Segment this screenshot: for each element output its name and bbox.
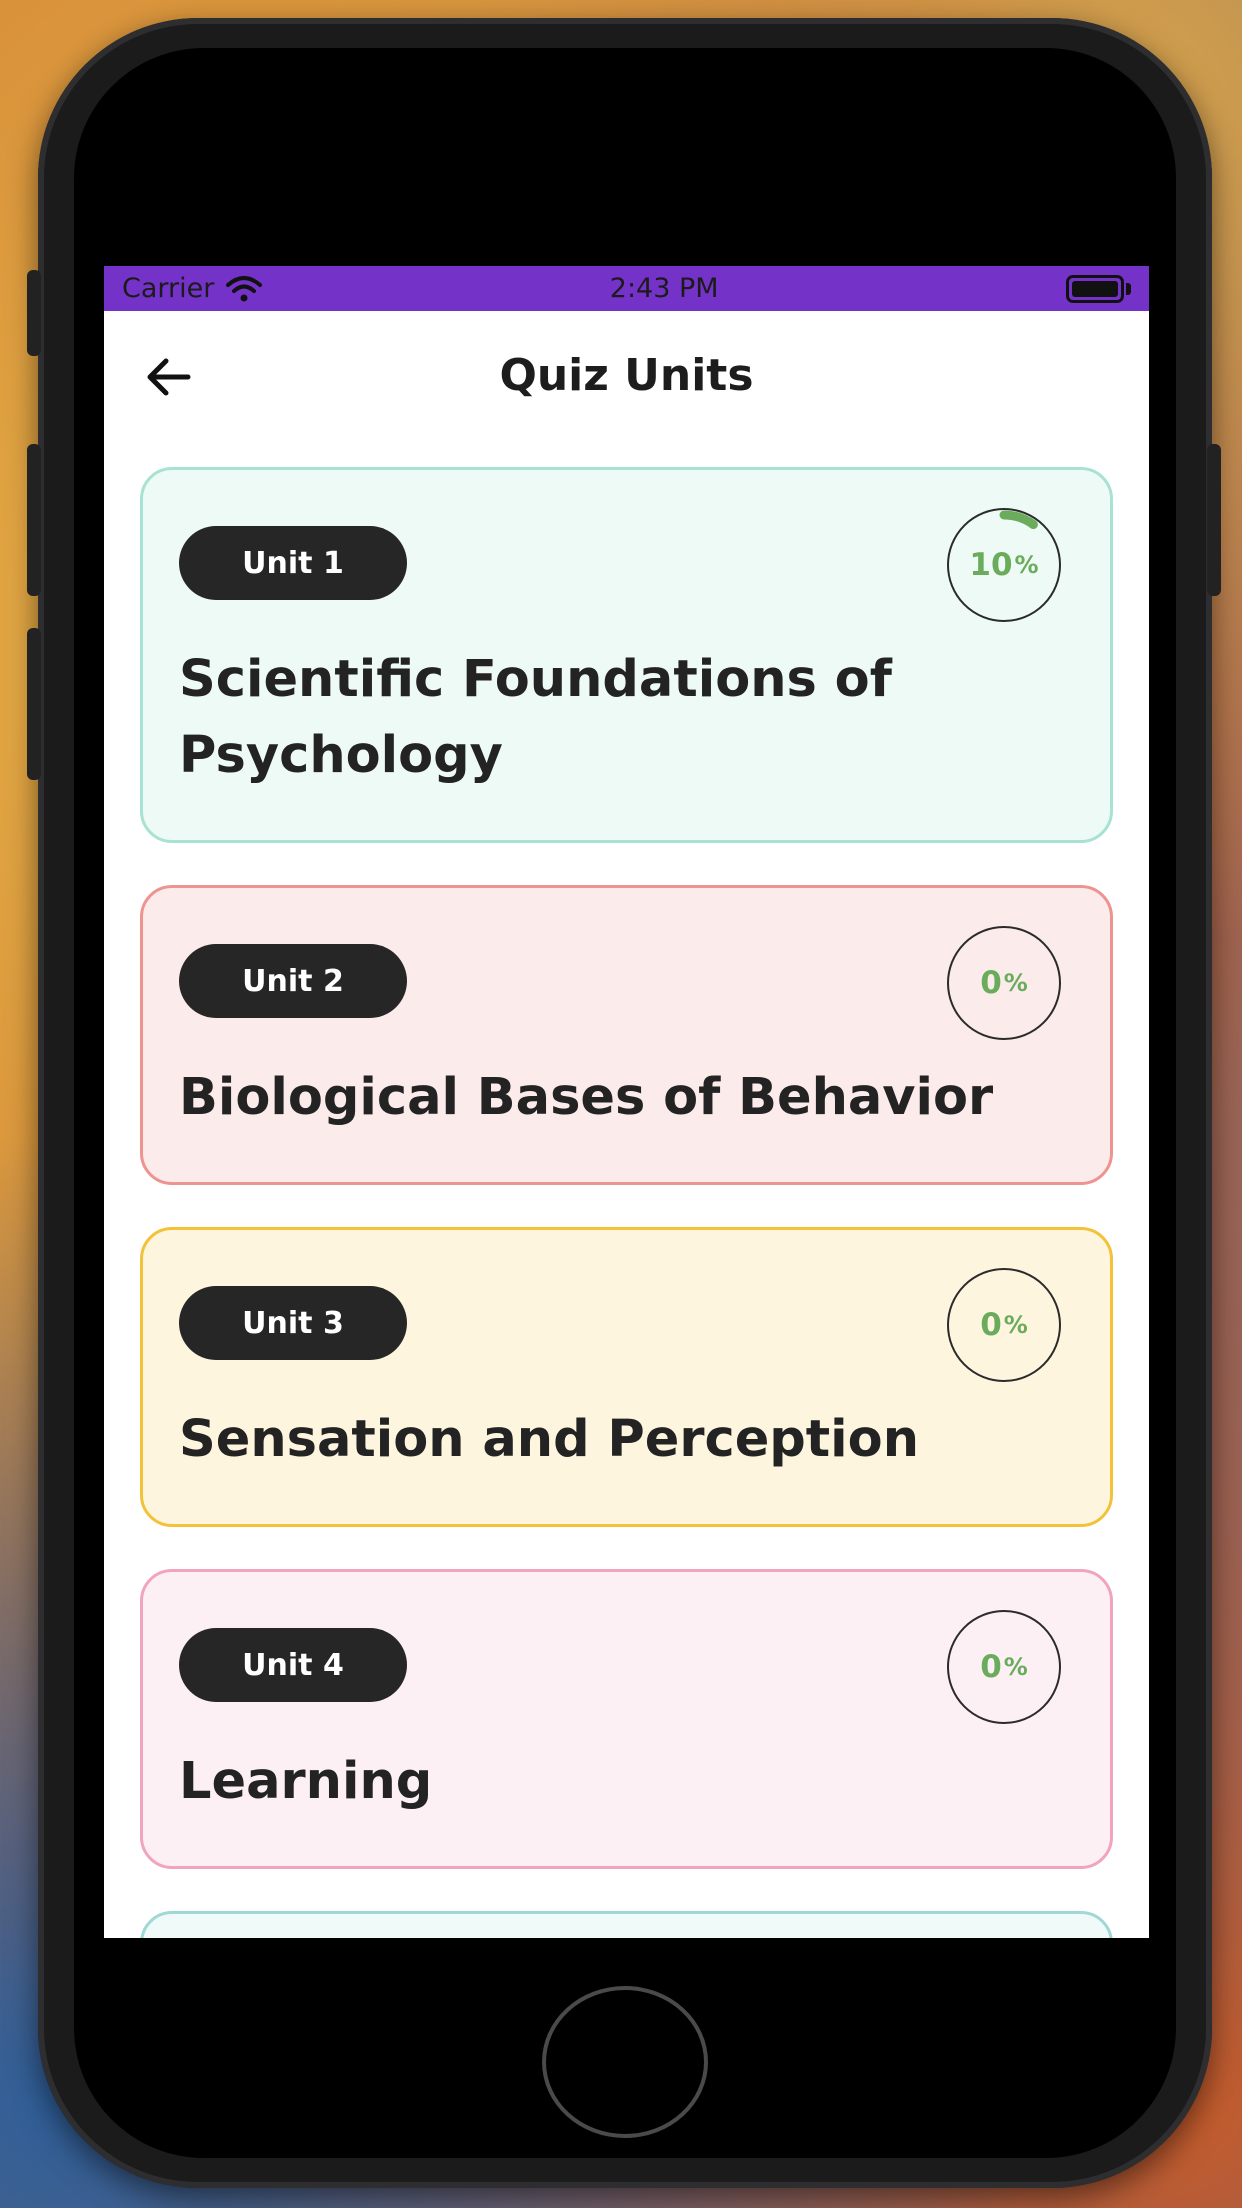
home-button[interactable] xyxy=(542,1986,708,2138)
progress-ring: 0% xyxy=(940,1266,1068,1384)
unit-pill: Unit 1 xyxy=(179,526,407,600)
progress-value: 0 xyxy=(980,1649,1002,1685)
unit-title: Biological Bases of Behavior xyxy=(179,1068,994,1127)
unit-list: Unit 1 10% Scientific Foundations of Psy… xyxy=(104,439,1149,1938)
volume-down-button xyxy=(27,628,41,780)
unit-card-2[interactable]: Unit 2 0% Biological Bases of Behavior xyxy=(140,885,1113,1185)
clock: 2:43 PM xyxy=(609,273,719,304)
progress-ring: 0% xyxy=(940,924,1068,1042)
unit-title: Learning xyxy=(179,1752,433,1811)
unit-title: Scientific Foundations of Psychology xyxy=(179,650,892,785)
unit-card-1[interactable]: Unit 1 10% Scientific Foundations of Psy… xyxy=(140,467,1113,843)
carrier-label: Carrier xyxy=(122,273,215,304)
progress-ring: 0% xyxy=(940,1608,1068,1726)
volume-up-button xyxy=(27,444,41,596)
progress-ring: 10% xyxy=(940,506,1068,624)
unit-title: Sensation and Perception xyxy=(179,1410,919,1469)
progress-value: 10 xyxy=(969,547,1013,583)
progress-value: 0 xyxy=(980,1307,1002,1343)
arrow-left-icon[interactable] xyxy=(144,353,196,401)
page-title: Quiz Units xyxy=(499,349,754,401)
wifi-icon xyxy=(226,275,263,301)
app-bar: Quiz Units xyxy=(104,311,1149,439)
battery-icon xyxy=(1065,274,1131,303)
unit-card-4[interactable]: Unit 4 0% Learning xyxy=(140,1569,1113,1869)
unit-card-5-partial[interactable] xyxy=(140,1911,1113,1938)
progress-value: 0 xyxy=(980,965,1002,1001)
unit-card-3[interactable]: Unit 3 0% Sensation and Perception xyxy=(140,1227,1113,1527)
power-button xyxy=(1207,444,1221,596)
status-bar: Carrier 2:43 PM xyxy=(104,266,1149,311)
mute-switch xyxy=(27,270,41,356)
unit-pill: Unit 4 xyxy=(179,1628,407,1702)
app-screen: Carrier 2:43 PM Quiz Units Unit 1 10% Sc… xyxy=(104,266,1149,1938)
unit-pill: Unit 3 xyxy=(179,1286,407,1360)
unit-pill: Unit 2 xyxy=(179,944,407,1018)
